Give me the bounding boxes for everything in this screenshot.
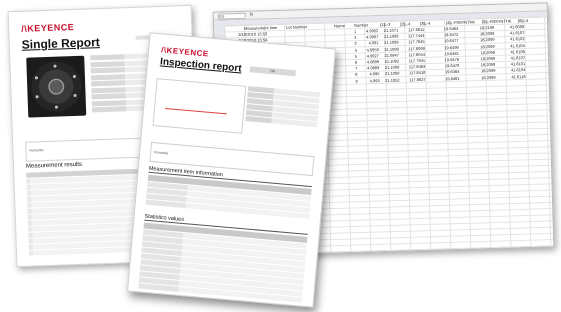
- inspection-report-sheet: /\KEYENCE Inspection report OK Remarks M…: [127, 32, 336, 308]
- value-cell: 117.8099: [408, 45, 425, 51]
- value-cell: 19.6470: [444, 63, 460, 69]
- header-l4b: [3]L-4: [419, 20, 431, 26]
- header-l4c: [6]L-4: [517, 17, 529, 24]
- header-r3: [5]L-R3SYNTHK: [481, 18, 512, 25]
- header-l4: [2]L-4: [399, 21, 411, 27]
- header-p3: [4]L-P3SYNTHK: [445, 19, 476, 26]
- value-cell: 19.6461: [445, 75, 460, 81]
- name-box: D29: [217, 12, 246, 20]
- value-cell: 4.9907: [366, 34, 379, 40]
- value-cell: 21.1099: [384, 64, 400, 71]
- value-cell: 19.6472: [443, 32, 459, 38]
- part-disc-graphic: [30, 60, 83, 113]
- value-cell: 19.6464: [443, 25, 459, 32]
- part-drawing: [152, 78, 247, 134]
- page-number: [176, 18, 177, 22]
- value-cell: 21.0947: [384, 52, 399, 58]
- header-l3: [1]L-3: [379, 21, 391, 28]
- value-cell: 21.1099: [383, 33, 399, 40]
- measurement-results-heading: Measurement results: [25, 161, 83, 170]
- measurement-line: [165, 107, 227, 115]
- value-cell: 21.1099: [384, 70, 400, 77]
- value-cell: 41.6104: [510, 42, 525, 49]
- value-cell: 21.1099: [384, 39, 399, 46]
- value-cell: 19.6499: [444, 44, 459, 50]
- value-cell: 4.9959: [366, 46, 379, 53]
- value-cell: 18.2099: [480, 55, 496, 62]
- keyence-logo: /\KEYENCE: [21, 21, 75, 34]
- value-cell: 117.7645: [408, 39, 425, 45]
- value-cell: 4.9927: [366, 52, 379, 59]
- value-cell: 18.2099: [480, 62, 496, 68]
- value-cell: 117.8044: [408, 51, 425, 58]
- value-cell: 21.1052: [385, 77, 400, 83]
- value-cell: 41.6102: [509, 36, 525, 42]
- value-cell: 19.6477: [444, 38, 459, 44]
- general-info-table: [245, 86, 321, 128]
- report-title: Inspection report: [159, 56, 243, 75]
- value-cell: 18.2099: [480, 43, 495, 49]
- value-cell: 41.6104: [510, 67, 526, 73]
- value-cell: 18.2099: [480, 49, 495, 56]
- value-cell: 4.995: [369, 71, 380, 77]
- value-cell: 41.6099: [509, 24, 525, 30]
- value-cell: 21.1099: [384, 46, 399, 52]
- value-cell: 19.6464: [444, 69, 460, 75]
- value-cell: 117.7941: [408, 57, 426, 64]
- value-cell: 18.2199: [479, 24, 495, 31]
- header-number: Number: [354, 22, 369, 28]
- value-cell: 21.1071: [383, 27, 399, 33]
- page-number: [319, 78, 320, 82]
- report-title: Single Report: [21, 35, 100, 52]
- value-cell: 41.6107: [510, 55, 526, 61]
- value-cell: 18.2099: [480, 37, 495, 43]
- value-cell: 19.6476: [444, 56, 460, 63]
- value-cell: 117.7444: [407, 33, 425, 39]
- value-cell: 41.6118: [511, 73, 526, 80]
- value-cell: 117.8627: [409, 76, 426, 82]
- header-name: Name: [334, 23, 345, 29]
- value-cell: 4.991: [368, 40, 379, 46]
- value-cell: 4.993: [369, 77, 380, 83]
- statistics-table: [138, 222, 308, 304]
- value-cell: 41.6106: [510, 48, 525, 55]
- value-cell: 117.8463: [408, 63, 426, 70]
- judgment-badge: OK: [249, 66, 296, 77]
- value-cell: 117.6811: [408, 26, 425, 33]
- value-cell: 18.2099: [479, 31, 495, 37]
- header-lot: Lot Number: [286, 24, 308, 30]
- value-cell: 21.1092: [384, 58, 400, 64]
- value-cell: 41.6107: [509, 30, 525, 36]
- value-cell: 4.9899: [366, 59, 380, 65]
- value-cell: 19.6481: [444, 50, 459, 57]
- value-cell: 18.2099: [480, 68, 496, 74]
- header-time: Measurement time: [244, 24, 278, 31]
- fx-label: fx: [249, 11, 254, 17]
- value-cell: 18.2099: [481, 74, 496, 80]
- value-cell: 4.9889: [366, 65, 380, 71]
- value-cell: 117.8418: [408, 70, 426, 76]
- part-image: [26, 55, 87, 118]
- value-cell: 4.9952: [365, 28, 379, 34]
- value-cell: 41.6101: [510, 61, 526, 67]
